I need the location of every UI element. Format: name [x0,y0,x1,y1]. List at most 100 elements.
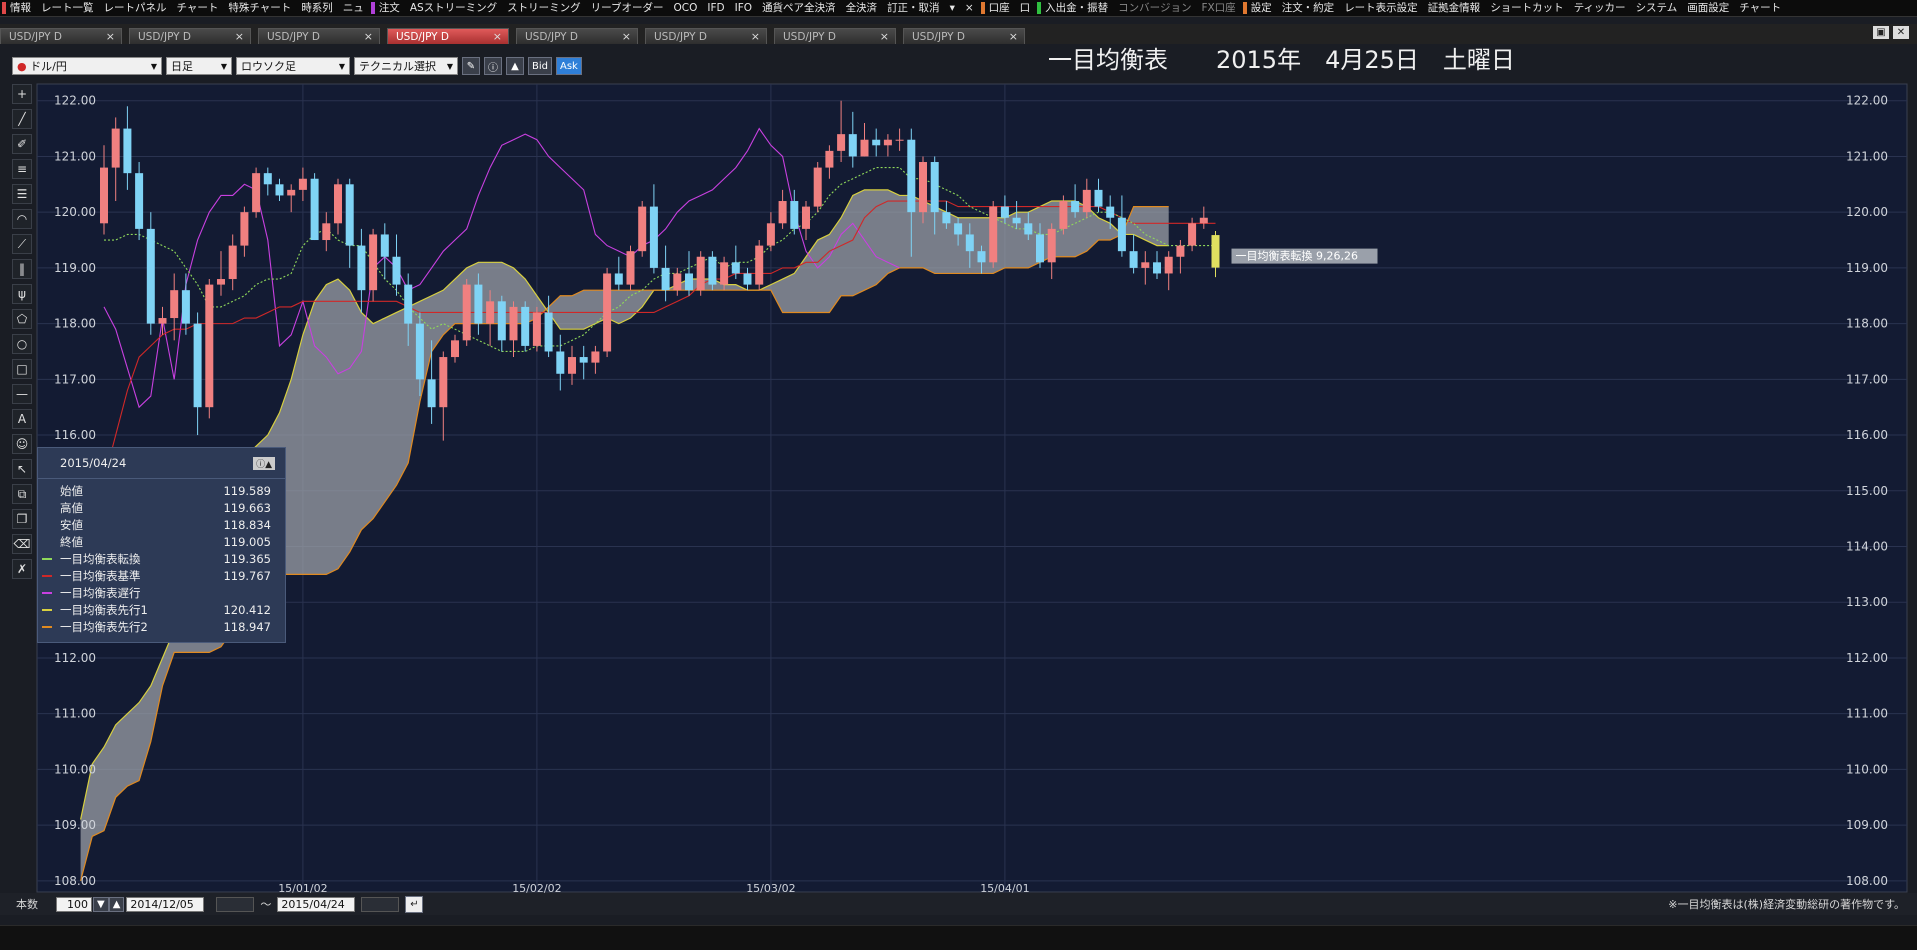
y-tick-label: 119.00 [54,261,96,275]
candle-body [591,351,600,363]
y-tick-label: 112.00 [54,651,96,665]
candle-body [357,245,366,291]
info-label: 終値 [60,535,83,550]
date-from-input[interactable]: 2014/12/05 [126,896,205,912]
info-value: 119.005 [223,535,271,550]
candle-body [1082,189,1091,213]
info-row: 一目均衡表先行1 120.412 [38,601,285,618]
y-tick-label: 111.00 [54,707,96,721]
legend-swatch [42,591,52,594]
count-label: 本数 [16,898,38,911]
candle-body [579,357,588,363]
y-tick-label-right: 109.00 [1846,818,1888,832]
y-tick-label: 109.00 [54,818,96,832]
y-tick-label-right: 116.00 [1846,428,1888,442]
candle-body [848,134,857,157]
y-tick-label-right: 110.00 [1846,762,1888,776]
candle-body [802,206,810,229]
candle-body [860,139,869,157]
candle-body [451,340,459,358]
info-value: 119.663 [223,501,271,516]
candle-body [755,245,764,285]
y-tick-label-right: 114.00 [1846,540,1888,554]
info-panel-header: 2015/04/24 ⓘ▲ [38,448,285,479]
y-tick-label: 122.00 [54,94,96,108]
candle-body [158,318,167,324]
info-label: 一目均衡表先行1 [60,602,148,617]
candle-body [170,290,179,319]
info-date: 2015/04/24 [60,456,127,470]
copyright-notice: ※一目均衡表は(株)経済変動総研の著作物です。 [1668,898,1905,911]
y-tick-label: 108.00 [54,874,96,888]
candle-body [649,206,658,268]
candle-body [895,139,904,141]
candle-body [954,223,963,235]
legend-swatch [42,574,52,577]
legend-swatch [42,524,52,526]
count-down-icon[interactable]: ▼ [93,896,109,912]
candle-body [1188,223,1197,246]
info-value: 119.589 [223,484,271,499]
apply-range-icon[interactable]: ↵ [405,895,424,913]
y-tick-label-right: 119.00 [1846,261,1888,275]
y-tick-label-right: 108.00 [1846,874,1888,888]
time-to-input[interactable] [361,896,400,912]
candle-body [100,167,108,224]
info-row: 一目均衡表遅行 [38,584,285,601]
legend-swatch [42,608,52,611]
candle-body [919,162,927,213]
candle-body [743,273,752,285]
info-label: 一目均衡表基準 [60,568,141,583]
candle-body [205,284,214,408]
candle-body [404,284,413,324]
bottom-bar: 本数 100 ▼ ▲ 2014/12/05 〜 2015/04/24 ↵ ※一目… [0,893,1917,915]
candle-body [544,312,553,352]
candle-body [1129,251,1138,268]
candle-body [427,379,436,408]
candle-body [614,273,623,285]
candle-body [509,306,518,341]
y-tick-label: 121.00 [54,149,96,163]
candle-body [474,284,483,324]
candle-body [965,234,974,252]
candle-body [310,178,319,241]
candle-body [123,128,132,174]
candle-body [1012,217,1021,224]
info-value: 118.947 [223,619,271,634]
candle-body [287,189,296,196]
candle-body [532,312,541,346]
candle-body [1153,262,1161,274]
candle-body [228,245,237,280]
info-label: 始値 [60,484,83,499]
candle-body [731,262,740,274]
candle-body [907,139,916,213]
candle-body [1059,201,1068,229]
info-row: 始値 119.589 [38,483,285,500]
candle-body [1176,245,1185,257]
candle-body [790,201,799,229]
candle-body [1106,206,1115,218]
count-input[interactable]: 100 [56,896,92,912]
candle-body [638,206,647,252]
date-to-input[interactable]: 2015/04/24 [277,896,356,912]
candle-body [685,273,693,291]
data-info-panel[interactable]: 2015/04/24 ⓘ▲ 始値 119.589 高値 119.663 安値 118.83… [37,447,286,643]
candle-body [380,234,389,257]
legend-swatch [42,490,52,492]
y-tick-label-right: 112.00 [1846,651,1888,665]
y-tick-label: 117.00 [54,372,96,386]
candle-body [240,212,249,246]
time-from-input[interactable] [216,896,255,912]
candle-body [661,267,670,291]
count-up-icon[interactable]: ▲ [108,896,125,912]
candle-body [1094,189,1103,207]
candle-body [322,223,331,241]
info-panel-menu-icon[interactable]: ⓘ▲ [253,456,275,470]
candle-body [1024,223,1033,235]
info-label: 安値 [60,518,83,533]
info-label: 一目均衡表転換 [60,552,141,566]
chart-canvas[interactable]: 122.00 121.00 120.00 119.00 118.00 117.00 116.… [0,0,1917,949]
candle-body [603,273,612,352]
info-row: 一目均衡表先行2 118.947 [38,618,285,635]
info-value: 120.412 [223,602,271,617]
